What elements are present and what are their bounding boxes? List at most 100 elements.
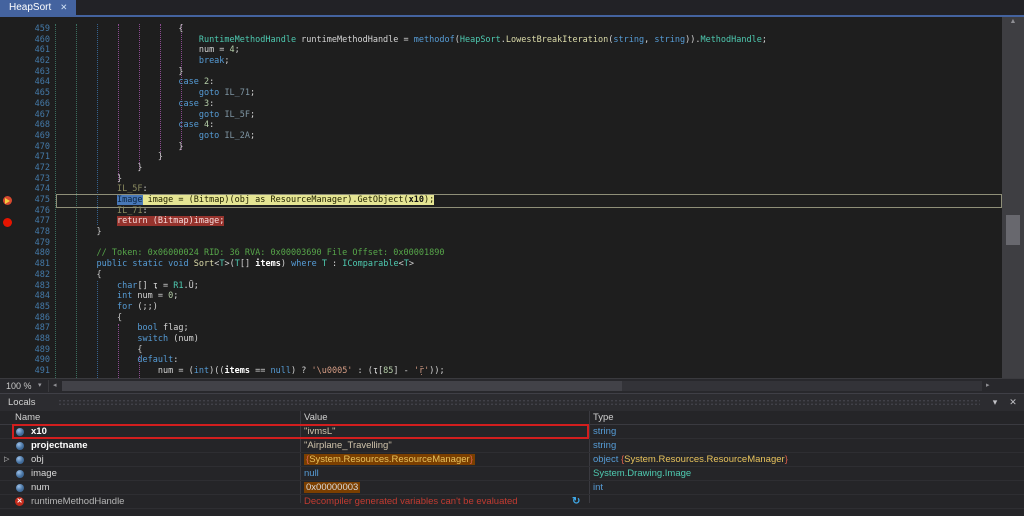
tab-heapsort[interactable]: HeapSort ✕ [0,0,76,15]
locals-title: Locals [8,394,35,411]
code-line-476[interactable]: 476 IL_71: [0,206,1002,217]
code-line-470[interactable]: 470 } [0,142,1002,153]
locals-header-row: Name Value Type [0,411,1024,425]
code-line-464[interactable]: 464 case 2: [0,77,1002,88]
code-line-459[interactable]: 459 { [0,24,1002,35]
variable-value: 0x00000003 [304,481,586,494]
scroll-up-icon[interactable]: ▲ [1002,17,1024,27]
code-line-465[interactable]: 465 goto IL_71; [0,88,1002,99]
code-line-485[interactable]: 485 for (;;) [0,302,1002,313]
line-number: 464 [0,77,50,88]
code-line-490[interactable]: 490 default: [0,355,1002,366]
code-line-460[interactable]: 460 RuntimeMethodHandle runtimeMethodHan… [0,35,1002,46]
code-line-488[interactable]: 488 switch (num) [0,334,1002,345]
code-text: { [76,270,102,281]
code-line-463[interactable]: 463 } [0,67,1002,78]
line-number: 473 [0,174,50,185]
code-line-461[interactable]: 461 num = 4; [0,45,1002,56]
tab-title: HeapSort [9,0,51,15]
code-line-478[interactable]: 478 } [0,227,1002,238]
code-line-477[interactable]: 477 return (Bitmap)image; [0,216,1002,227]
horizontal-scrollbar-thumb[interactable] [62,381,622,391]
code-line-482[interactable]: 482 { [0,270,1002,281]
variable-name: num [31,481,49,494]
code-line-468[interactable]: 468 case 4: [0,120,1002,131]
code-text: int num = 0; [76,291,178,302]
refresh-icon[interactable]: ↻ [572,495,580,508]
locals-row-num[interactable]: num 0x00000003 int [0,481,1024,495]
code-text: } [76,174,122,185]
code-text: char[] ҭ = R1.Ū; [76,281,199,292]
locals-rows: x10"ivmsL"stringprojectname"Airplane_Tra… [0,425,1024,509]
code-line-481[interactable]: 481 public static void Sort<T>(T[] items… [0,259,1002,270]
locals-row-image[interactable]: imagenullSystem.Drawing.Image [0,467,1024,481]
code-line-479[interactable]: 479 [0,238,1002,249]
line-number: 463 [0,67,50,78]
code-text: goto IL_2A; [76,131,255,142]
code-text: case 2: [76,77,214,88]
tab-close-icon[interactable]: ✕ [60,0,67,15]
column-header-type[interactable]: Type [593,411,614,424]
code-line-487[interactable]: 487 bool flag; [0,323,1002,334]
code-editor[interactable]: 459 {460 RuntimeMethodHandle runtimeMeth… [0,17,1002,378]
code-line-471[interactable]: 471 } [0,152,1002,163]
locals-row-projectname[interactable]: projectname"Airplane_Travelling"string [0,439,1024,453]
locals-row-obj[interactable]: ▷obj{System.Resources.ResourceManager}ob… [0,453,1024,467]
variable-value: "Airplane_Travelling" [304,439,586,452]
code-text: num = (int)((items == null) ? '\u0005' :… [76,366,445,377]
code-line-475[interactable]: 475 Image image = (Bitmap)(obj as Resour… [0,195,1002,206]
panel-close-icon[interactable]: ✕ [1006,394,1020,411]
decompiler-window: HeapSort ✕ 459 {460 RuntimeMethodHandle … [0,0,1024,516]
line-number: 476 [0,206,50,217]
code-text: public static void Sort<T>(T[] items) wh… [76,259,414,270]
code-line-486[interactable]: 486 { [0,313,1002,324]
zoom-level-label[interactable]: 100 % [6,381,32,391]
code-text: num = 4; [76,45,240,56]
scroll-left-icon[interactable]: ◂ [53,381,57,389]
scroll-right-icon[interactable]: ▸ [986,381,990,389]
code-line-466[interactable]: 466 case 3: [0,99,1002,110]
column-header-value[interactable]: Value [304,411,328,424]
variable-value: null [304,467,586,480]
variable-type: int [593,481,1020,494]
code-line-474[interactable]: 474 IL_5F: [0,184,1002,195]
locals-row-runtimeMethodHandle[interactable]: ✕runtimeMethodHandleDecompiler generated… [0,495,1024,509]
line-number: 491 [0,366,50,377]
column-header-name[interactable]: Name [15,411,40,424]
expander-icon[interactable]: ▷ [4,453,9,466]
line-number: 479 [0,238,50,249]
code-line-480[interactable]: 480 // Token: 0x06000024 RID: 36 RVA: 0x… [0,248,1002,259]
code-line-462[interactable]: 462 break; [0,56,1002,67]
line-number: 484 [0,291,50,302]
line-number: 487 [0,323,50,334]
code-line-467[interactable]: 467 goto IL_5F; [0,110,1002,121]
line-number: 480 [0,248,50,259]
code-line-469[interactable]: 469 goto IL_2A; [0,131,1002,142]
code-text: for (;;) [76,302,158,313]
code-text: goto IL_5F; [76,110,255,121]
variable-icon [16,428,24,436]
variable-icon [16,442,24,450]
code-text: case 4: [76,120,214,131]
panel-collapse-icon[interactable]: ▾ [988,394,1002,411]
code-line-473[interactable]: 473 } [0,174,1002,185]
code-line-483[interactable]: 483 char[] ҭ = R1.Ū; [0,281,1002,292]
code-text: RuntimeMethodHandle runtimeMethodHandle … [76,35,767,46]
vertical-scrollbar-thumb[interactable] [1006,215,1020,245]
code-line-484[interactable]: 484 int num = 0; [0,291,1002,302]
code-line-491[interactable]: 491 num = (int)((items == null) ? '\u000… [0,366,1002,377]
code-text: IL_5F: [76,184,148,195]
code-line-472[interactable]: 472 } [0,163,1002,174]
locals-title-bar[interactable]: Locals ▾ ✕ [0,394,1024,411]
horizontal-scrollbar[interactable] [62,381,982,391]
locals-row-x10[interactable]: x10"ivmsL"string [0,425,1024,439]
vertical-scrollbar[interactable]: ▲ ▼ [1002,17,1024,392]
code-text: IL_71: [76,206,148,217]
zoom-dropdown-icon[interactable]: ▾ [38,381,42,389]
variable-name: obj [31,453,44,466]
code-text: switch (num) [76,334,199,345]
code-line-489[interactable]: 489 { [0,345,1002,356]
code-text: } [76,152,163,163]
error-icon: ✕ [15,497,24,506]
code-text: break; [76,56,230,67]
